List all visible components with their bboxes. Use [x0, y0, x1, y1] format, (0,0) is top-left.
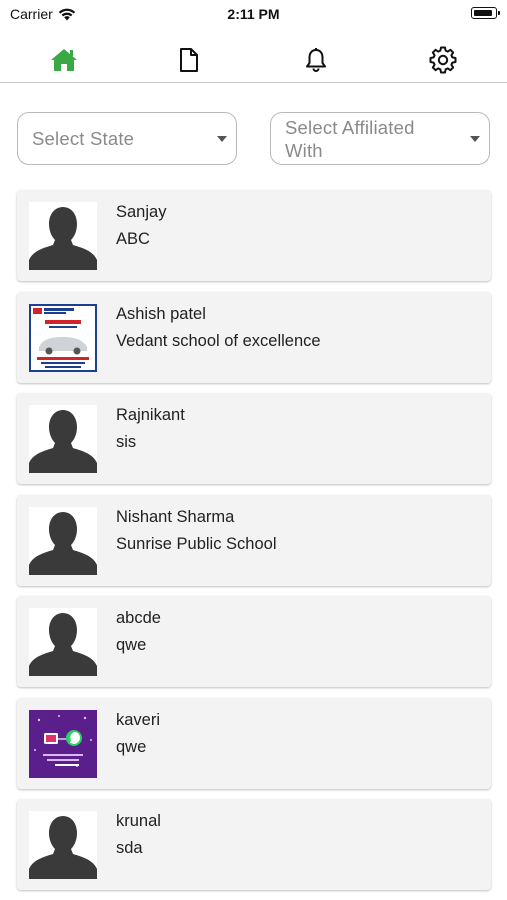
- contact-school: Vedant school of excellence: [116, 332, 321, 350]
- contact-school: Sunrise Public School: [116, 535, 277, 553]
- contact-name: Ashish patel: [116, 305, 206, 323]
- nav-home[interactable]: [46, 42, 82, 78]
- home-icon: [51, 49, 77, 71]
- clock: 2:11 PM: [227, 6, 280, 22]
- status-bar: Carrier 2:11 PM: [0, 0, 507, 30]
- list-item[interactable]: Ashish patel Vedant school of excellence: [17, 292, 491, 383]
- list-item[interactable]: krunal sda: [17, 799, 491, 890]
- chevron-down-icon: [470, 136, 480, 142]
- contact-name: abcde: [116, 609, 161, 627]
- affiliated-with-dropdown[interactable]: Select Affiliated With: [270, 112, 490, 165]
- avatar: [29, 608, 97, 676]
- avatar: [29, 304, 97, 372]
- person-silhouette-icon: [29, 202, 97, 270]
- person-silhouette-icon: [29, 507, 97, 575]
- hdfc-bank-ad-icon: [29, 304, 97, 372]
- contact-school: qwe: [116, 636, 147, 654]
- contact-name: kaveri: [116, 711, 161, 729]
- bell-icon: [306, 48, 326, 72]
- nav-documents[interactable]: [171, 42, 207, 78]
- list-item[interactable]: Nishant Sharma Sunrise Public School: [17, 495, 491, 586]
- contact-name: Sanjay: [116, 203, 167, 221]
- contact-school: sda: [116, 839, 143, 857]
- gear-icon: [429, 46, 457, 74]
- whatsapp-promo-icon: [29, 710, 97, 778]
- contact-school: sis: [116, 433, 137, 451]
- list-item[interactable]: Sanjay ABC: [17, 190, 491, 281]
- top-nav: [0, 38, 507, 83]
- contact-school: qwe: [116, 738, 147, 756]
- person-silhouette-icon: [29, 405, 97, 473]
- list-item[interactable]: abcde qwe: [17, 596, 491, 687]
- contact-school: ABC: [116, 230, 150, 248]
- person-silhouette-icon: [29, 608, 97, 676]
- chevron-down-icon: [217, 136, 227, 142]
- avatar: [29, 405, 97, 473]
- avatar: [29, 811, 97, 879]
- nav-settings[interactable]: [425, 42, 461, 78]
- list-item[interactable]: kaveri qwe: [17, 698, 491, 789]
- contact-name: Rajnikant: [116, 406, 185, 424]
- contact-name: Nishant Sharma: [116, 508, 235, 526]
- affiliated-dropdown-placeholder: Select Affiliated With: [285, 116, 415, 161]
- avatar: [29, 507, 97, 575]
- nav-notifications[interactable]: [298, 42, 334, 78]
- person-silhouette-icon: [29, 811, 97, 879]
- contact-name: krunal: [116, 812, 161, 830]
- avatar: [29, 202, 97, 270]
- avatar: [29, 710, 97, 778]
- document-icon: [180, 48, 198, 72]
- state-dropdown[interactable]: Select State: [17, 112, 237, 165]
- battery-icon: [471, 7, 500, 19]
- list-item[interactable]: Rajnikant sis: [17, 393, 491, 484]
- state-dropdown-placeholder: Select State: [32, 128, 135, 149]
